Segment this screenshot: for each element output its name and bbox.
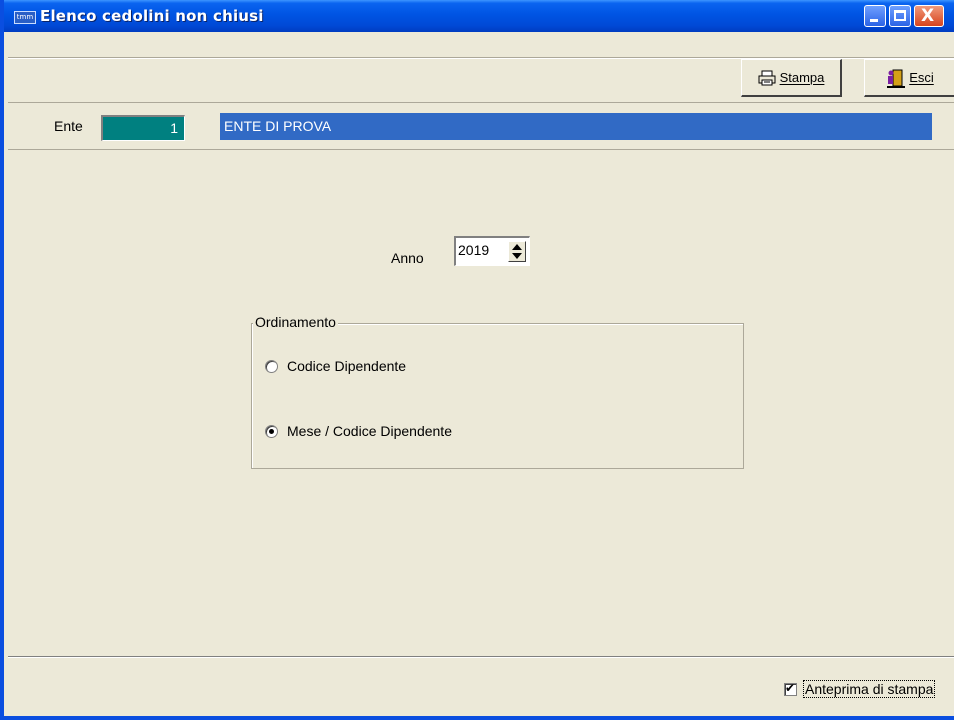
ente-name-field: ENTE DI PROVA — [220, 113, 932, 140]
maximize-icon — [894, 10, 906, 21]
window-title: Elenco cedolini non chiusi — [40, 7, 264, 25]
app-icon: tmm — [14, 11, 36, 24]
printer-icon — [758, 70, 776, 86]
maximize-button[interactable] — [889, 5, 911, 27]
application-window: tmm Elenco cedolini non chiusi X Stampa — [0, 0, 954, 720]
spin-up-icon[interactable] — [512, 244, 522, 250]
esci-button[interactable]: Esci — [864, 59, 954, 97]
radio-button-icon[interactable] — [265, 359, 278, 373]
exit-door-icon — [887, 68, 906, 88]
close-button[interactable]: X — [914, 5, 944, 27]
window-bottom-border — [0, 716, 954, 720]
radio-label: Codice Dipendente — [287, 358, 407, 374]
ordinamento-groupbox — [251, 323, 744, 469]
title-bar[interactable]: tmm Elenco cedolini non chiusi X — [4, 0, 954, 32]
ente-code-field[interactable]: 1 — [101, 115, 185, 141]
anno-spinner[interactable]: 2019 — [454, 236, 530, 266]
spin-down-icon[interactable] — [512, 253, 522, 259]
ordinamento-legend: Ordinamento — [253, 314, 338, 330]
checkbox-checked-icon[interactable] — [784, 681, 797, 696]
close-icon: X — [921, 6, 935, 26]
minimize-icon — [870, 19, 878, 22]
radio-mese-codice-dipendente[interactable]: Mese / Codice Dipendente — [265, 423, 452, 439]
minimize-button[interactable] — [864, 5, 886, 27]
radio-label: Mese / Codice Dipendente — [287, 423, 452, 439]
anno-spin-buttons[interactable] — [508, 241, 526, 262]
anno-value[interactable]: 2019 — [458, 242, 489, 258]
anteprima-checkbox-row[interactable]: Anteprima di stampa — [784, 680, 936, 698]
anteprima-label: Anteprima di stampa — [803, 680, 936, 698]
stampa-button[interactable]: Stampa — [741, 59, 842, 97]
anno-label: Anno — [391, 250, 424, 266]
radio-button-selected-icon[interactable] — [265, 424, 278, 438]
radio-codice-dipendente[interactable]: Codice Dipendente — [265, 358, 406, 374]
esci-label: Esci — [909, 70, 934, 85]
ente-label: Ente — [54, 118, 83, 134]
stampa-label: Stampa — [779, 70, 825, 85]
